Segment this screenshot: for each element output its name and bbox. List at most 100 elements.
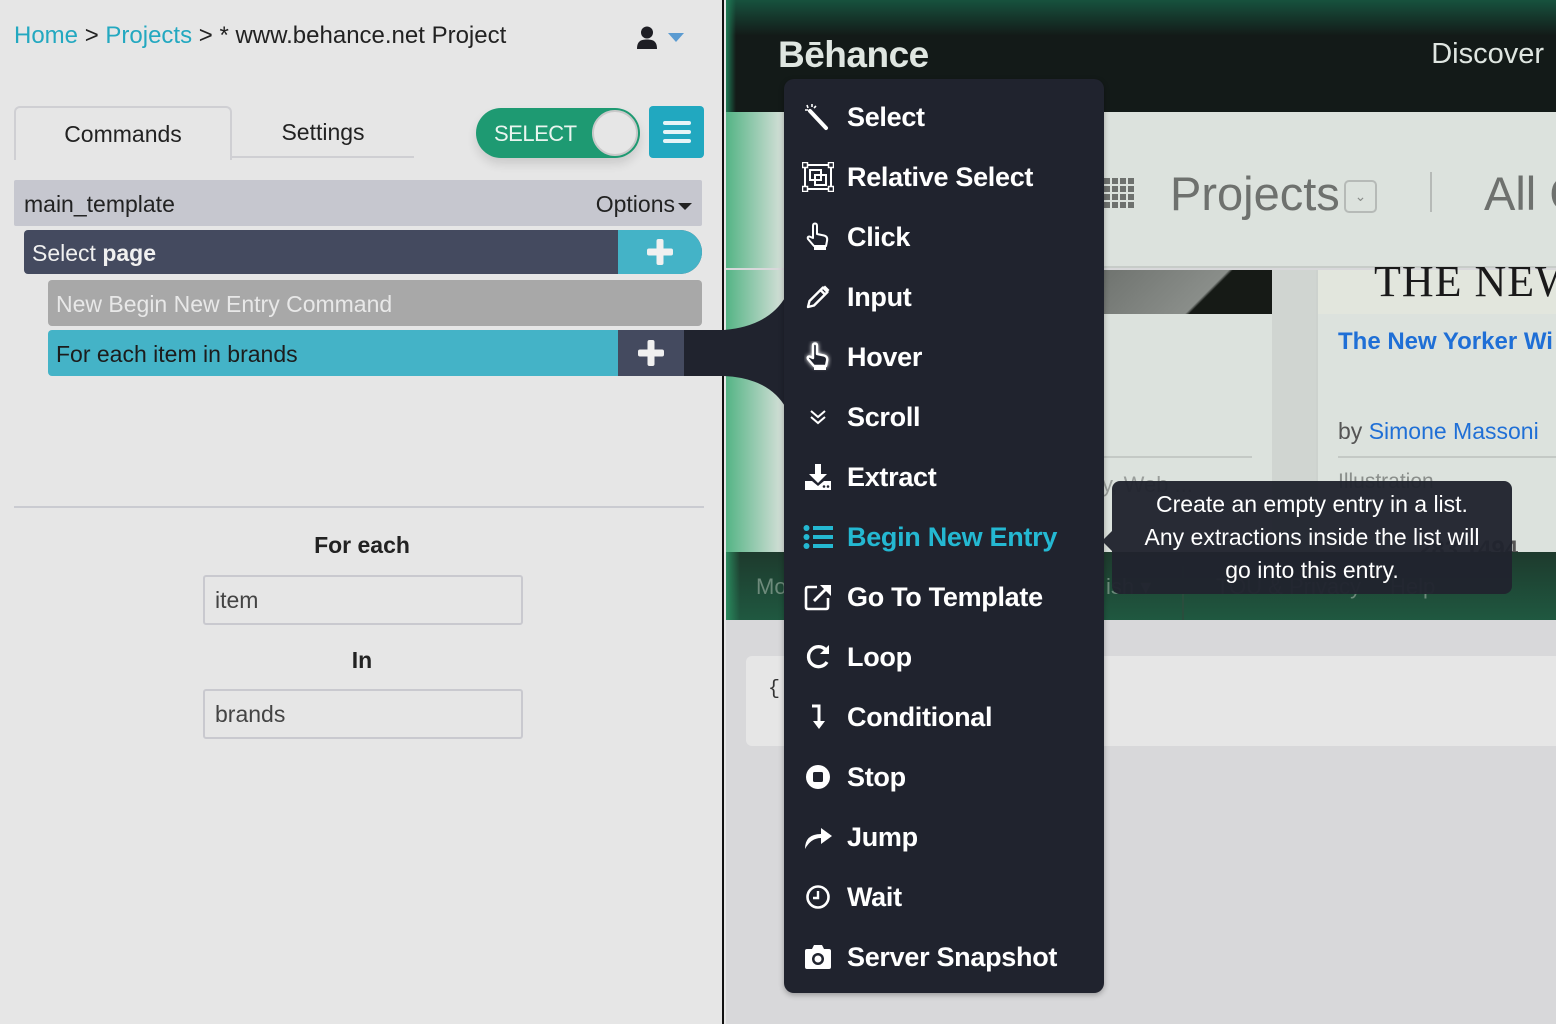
camera-icon (802, 943, 834, 971)
subnav-divider (1430, 172, 1432, 212)
options-label: Options (595, 191, 675, 217)
breadcrumb-current-project: * www.behance.net Project (219, 22, 507, 49)
hamburger-icon (662, 121, 691, 125)
command-for-each[interactable]: For each item in brands (48, 330, 684, 376)
add-command-button[interactable] (618, 230, 702, 274)
menu-item-label: Input (847, 281, 912, 312)
project-thumbnail[interactable]: THE NEW Y (1318, 257, 1556, 314)
menu-item-label: Server Snapshot (847, 941, 1058, 972)
toggle-label: SELECT (494, 121, 577, 146)
menu-item-hover[interactable]: Hover (784, 327, 1104, 387)
section-divider (14, 506, 704, 508)
project-title[interactable]: The New Yorker Wi (1338, 328, 1553, 356)
tab-settings[interactable]: Settings (232, 106, 414, 158)
menu-item-wait[interactable]: Wait (784, 867, 1104, 927)
download-icon (802, 463, 834, 491)
pencil-icon (802, 283, 834, 311)
thumbnail-text: THE NEW Y (1374, 257, 1556, 306)
tab-commands[interactable]: Commands (14, 106, 232, 160)
menu-item-go-to-template[interactable]: Go To Template (784, 567, 1104, 627)
menu-item-extract[interactable]: Extract (784, 447, 1104, 507)
tooltip-line: go into this entry. (1225, 557, 1399, 583)
menu-item-label: Go To Template (847, 581, 1043, 612)
project-thumbnail[interactable] (1098, 270, 1272, 314)
menu-item-input[interactable]: Input (784, 267, 1104, 327)
menu-item-scroll[interactable]: Scroll (784, 387, 1104, 447)
share-arrow-icon (802, 823, 834, 851)
plus-icon (638, 340, 664, 366)
command-select-page[interactable]: Select page (24, 230, 702, 274)
for-each-label: For each (314, 532, 410, 558)
template-header: main_template Options (14, 180, 702, 226)
menu-item-jump[interactable]: Jump (784, 807, 1104, 867)
card-divider (1098, 456, 1252, 458)
menu-item-label: Conditional (847, 701, 993, 732)
behance-logo[interactable]: Bēhance (778, 34, 929, 76)
menu-item-server-snapshot[interactable]: Server Snapshot (784, 927, 1104, 987)
subnav-all-creative-fields[interactable]: All C (1484, 166, 1556, 221)
options-dropdown[interactable]: Options (596, 191, 692, 218)
subnav-projects[interactable]: Projects (1170, 166, 1340, 221)
menu-item-select[interactable]: Select (784, 87, 1104, 147)
command-text: Select page (32, 240, 156, 267)
byline-prefix: by (1338, 418, 1363, 444)
level-down-icon (802, 703, 834, 731)
menu-item-loop[interactable]: Loop (784, 627, 1104, 687)
magic-wand-icon (802, 103, 834, 131)
nav-discover[interactable]: Discover (1431, 38, 1544, 71)
menu-item-label: Wait (847, 881, 902, 912)
breadcrumb-home[interactable]: Home (14, 22, 78, 49)
breadcrumb-separator: > (198, 22, 213, 49)
panel-tabs: Commands Settings (14, 106, 414, 160)
caret-down-icon (678, 202, 692, 210)
hamburger-menu-button[interactable] (649, 106, 704, 158)
chevron-down-icon[interactable]: ⌄ (1344, 180, 1377, 213)
template-name: main_template (24, 191, 175, 217)
menu-item-label: Jump (847, 821, 918, 852)
card-divider (1338, 456, 1556, 458)
menu-item-relative-select[interactable]: Relative Select (784, 147, 1104, 207)
left-panel: Home > Projects > * www.behance.net Proj… (0, 0, 724, 1024)
hamburger-icon-bar (662, 130, 691, 134)
grid-icon (1104, 178, 1134, 208)
menu-item-conditional[interactable]: Conditional (784, 687, 1104, 747)
menu-item-label: Select (847, 101, 925, 132)
menu-item-label: Click (847, 221, 911, 252)
menu-item-label: Begin New Entry (847, 521, 1058, 552)
breadcrumb: Home > Projects > * www.behance.net Proj… (14, 22, 506, 50)
breadcrumb-projects[interactable]: Projects (105, 22, 192, 49)
item-name-input[interactable] (203, 575, 523, 625)
tooltip-line: Any extractions inside the list will (1144, 524, 1480, 550)
menu-item-label: Extract (847, 461, 937, 492)
clock-icon (802, 883, 834, 911)
command-type-menu: Select Relative Select Click Input Hover… (784, 79, 1104, 993)
breadcrumb-separator: > (84, 22, 99, 49)
command-target: page (102, 240, 157, 266)
hamburger-icon-bar (662, 139, 691, 143)
menu-item-begin-new-entry[interactable]: Begin New Entry (784, 507, 1104, 567)
double-chevron-down-icon (802, 403, 834, 431)
command-new-begin-entry[interactable]: New Begin New Entry Command (48, 280, 702, 326)
list-icon (802, 523, 834, 551)
pointer-hand-icon (802, 222, 834, 251)
in-label: In (351, 647, 373, 673)
menu-item-label: Stop (847, 761, 906, 792)
footer-more[interactable]: Mo (756, 574, 787, 600)
add-command-button[interactable] (618, 330, 684, 376)
stop-icon (802, 763, 834, 791)
select-mode-toggle[interactable]: SELECT (476, 108, 640, 158)
menu-item-click[interactable]: Click (784, 207, 1104, 267)
list-name-input[interactable] (203, 689, 523, 739)
tooltip-line: Create an empty entry in a list. (1156, 491, 1468, 517)
command-text: New Begin New Entry Command (56, 291, 393, 317)
menu-item-label: Scroll (847, 401, 921, 432)
begin-new-entry-tooltip: Create an empty entry in a list. Any ext… (1102, 481, 1512, 594)
toggle-knob (592, 110, 638, 156)
refresh-icon (802, 643, 834, 671)
command-verb: Select (32, 240, 96, 266)
hover-hand-icon (802, 342, 834, 371)
project-author-link[interactable]: Simone Massoni (1369, 418, 1539, 444)
user-menu[interactable] (636, 26, 684, 50)
command-text: For each item in brands (56, 341, 298, 367)
menu-item-stop[interactable]: Stop (784, 747, 1104, 807)
